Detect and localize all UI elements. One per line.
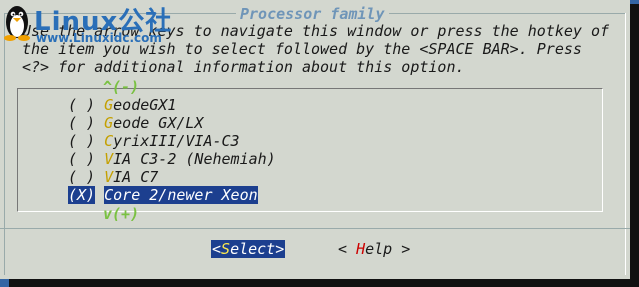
hotkey-letter: V (104, 168, 114, 186)
hotkey-letter: S (221, 240, 231, 258)
option-via-c3-2[interactable]: ( ) VIA C3-2 (Nehemiah) (68, 150, 276, 168)
help-line: <?> for additional information about thi… (22, 58, 465, 76)
option-label: GeodeGX1 (104, 96, 176, 114)
option-text: IA C7 (113, 168, 159, 186)
hotkey-letter: G (104, 114, 114, 132)
hotkey-letter: G (104, 96, 114, 114)
hotkey-letter: H (356, 240, 366, 258)
dialog-border-right (625, 13, 626, 275)
radio-mark[interactable]: ( ) (68, 132, 95, 150)
button-bracket: < (212, 240, 222, 258)
dialog-window: Processor family Use the arrow keys to n… (0, 0, 630, 279)
radio-mark[interactable]: ( ) (68, 150, 95, 168)
button-separator (0, 228, 630, 229)
watermark-logo: Linux公社 www.Linuxidc.com (0, 0, 175, 48)
radio-mark[interactable]: ( ) (68, 168, 95, 186)
option-cyrixiii-via-c3[interactable]: ( ) CyrixIII/VIA-C3 (68, 132, 276, 150)
scroll-up-indicator[interactable]: ^(-) (103, 78, 139, 96)
radio-mark[interactable]: ( ) (68, 96, 95, 114)
option-text: ore 2/newer Xeon (113, 186, 258, 204)
option-text: eode GX/LX (113, 114, 204, 132)
radio-mark[interactable]: ( ) (68, 114, 95, 132)
option-label: VIA C3-2 (Nehemiah) (104, 150, 276, 168)
option-text: IA C3-2 (Nehemiah) (113, 150, 276, 168)
dialog-shadow-right (630, 4, 639, 287)
dialog-title: Processor family (236, 5, 389, 23)
dialog-border-left (4, 13, 5, 275)
button-bracket: < (338, 240, 357, 258)
option-text: eodeGX1 (113, 96, 177, 114)
radio-mark-selected[interactable]: (X) (68, 186, 96, 204)
options-list: ( ) GeodeGX1 ( ) Geode GX/LX ( ) CyrixII… (68, 96, 276, 204)
watermark-site: www.Linuxidc.com (36, 31, 162, 45)
hotkey-letter: V (104, 150, 114, 168)
option-geode-gx-lx[interactable]: ( ) Geode GX/LX (68, 114, 276, 132)
dialog-shadow-bottom (9, 279, 639, 287)
option-core2-newer-xeon[interactable]: (X) Core 2/newer Xeon (68, 186, 276, 204)
tux-penguin-icon (4, 6, 30, 41)
select-button[interactable]: <Select> (211, 240, 286, 258)
option-label: Core 2/newer Xeon (104, 186, 258, 204)
option-geodegx1[interactable]: ( ) GeodeGX1 (68, 96, 276, 114)
button-text: elp > (365, 240, 411, 258)
option-via-c7[interactable]: ( ) VIA C7 (68, 168, 276, 186)
button-text: elect> (230, 240, 285, 258)
option-label: CyrixIII/VIA-C3 (104, 132, 239, 150)
option-label: VIA C7 (104, 168, 158, 186)
hotkey-letter: C (104, 132, 114, 150)
option-label: Geode GX/LX (104, 114, 203, 132)
hotkey-letter: C (104, 186, 114, 204)
option-text: yrixIII/VIA-C3 (113, 132, 240, 150)
scroll-down-indicator[interactable]: v(+) (103, 205, 139, 223)
help-button[interactable]: < Help > (338, 240, 410, 258)
